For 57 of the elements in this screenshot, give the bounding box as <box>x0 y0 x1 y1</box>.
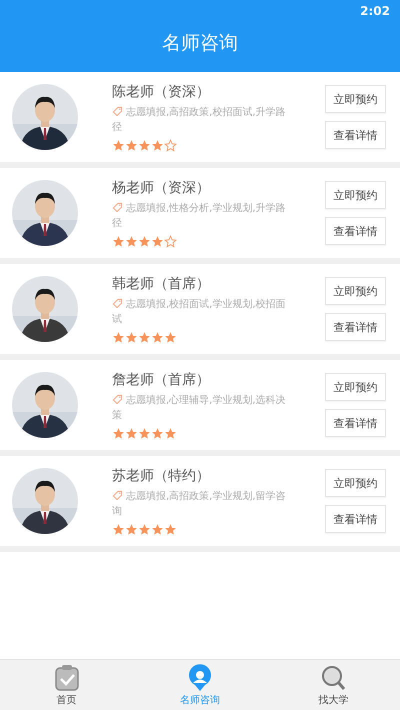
teacher-tags: 志愿填报,心理辅导,学业规划,选科决策 <box>112 392 292 422</box>
action-button[interactable]: 查看详情 <box>325 217 386 245</box>
star-icon <box>138 330 151 344</box>
teacher-tags: 志愿填报,高招政策,校招面试,升学路径 <box>112 104 292 134</box>
page-title: 名师咨询 <box>162 31 238 56</box>
action-button[interactable]: 查看详情 <box>325 409 386 437</box>
tag-icon <box>112 394 123 404</box>
star-icon <box>164 426 177 440</box>
star-icon <box>112 522 125 536</box>
tag-icon <box>112 298 123 308</box>
star-icon <box>125 330 138 344</box>
clipboard-check-icon <box>54 664 80 692</box>
action-button[interactable]: 立即预约 <box>325 277 386 305</box>
star-icon <box>112 234 125 248</box>
teacher-name: 杨老师（资深） <box>112 178 211 196</box>
star-icon <box>138 426 151 440</box>
search-icon <box>320 664 346 692</box>
star-icon <box>151 426 164 440</box>
star-icon <box>151 330 164 344</box>
star-icon <box>125 426 138 440</box>
star-icon <box>112 330 125 344</box>
star-icon <box>164 522 177 536</box>
action-button[interactable]: 立即预约 <box>325 181 386 209</box>
star-icon <box>112 426 125 440</box>
teacher-tags: 志愿填报,校招面试,学业规划,校招面试 <box>112 296 292 326</box>
teacher-tags: 志愿填报,高招政策,学业规划,留学咨询 <box>112 488 292 518</box>
star-icon <box>125 234 138 248</box>
star-icon <box>138 138 151 152</box>
star-icon <box>125 522 138 536</box>
star-icon <box>151 234 164 248</box>
action-button[interactable]: 立即预约 <box>325 85 386 113</box>
teacher-name: 韩老师（首席） <box>112 274 211 292</box>
person-pin-icon <box>186 664 213 692</box>
star-icon <box>164 234 177 248</box>
action-button[interactable]: 立即预约 <box>325 373 386 401</box>
star-icon <box>151 522 164 536</box>
teacher-name: 詹老师（首席） <box>112 370 211 388</box>
nav-tab[interactable]: 首页 <box>22 660 112 710</box>
teacher-name: 苏老师（特约） <box>112 466 211 484</box>
action-button[interactable]: 查看详情 <box>325 313 386 341</box>
tag-icon <box>112 106 123 116</box>
tag-icon <box>112 490 123 500</box>
star-icon <box>164 330 177 344</box>
tag-icon <box>112 202 123 212</box>
action-button[interactable]: 立即预约 <box>325 469 386 497</box>
teacher-name: 陈老师（资深） <box>112 82 211 100</box>
action-button[interactable]: 查看详情 <box>325 505 386 533</box>
nav-tab[interactable]: 找大学 <box>288 660 378 710</box>
star-icon <box>112 138 125 152</box>
action-button[interactable]: 查看详情 <box>325 121 386 149</box>
star-icon <box>164 138 177 152</box>
status-time: 2:02 <box>360 4 390 18</box>
star-icon <box>138 234 151 248</box>
teacher-tags: 志愿填报,性格分析,学业规划,升学路径 <box>112 200 292 230</box>
star-icon <box>151 138 164 152</box>
star-icon <box>138 522 151 536</box>
star-icon <box>125 138 138 152</box>
